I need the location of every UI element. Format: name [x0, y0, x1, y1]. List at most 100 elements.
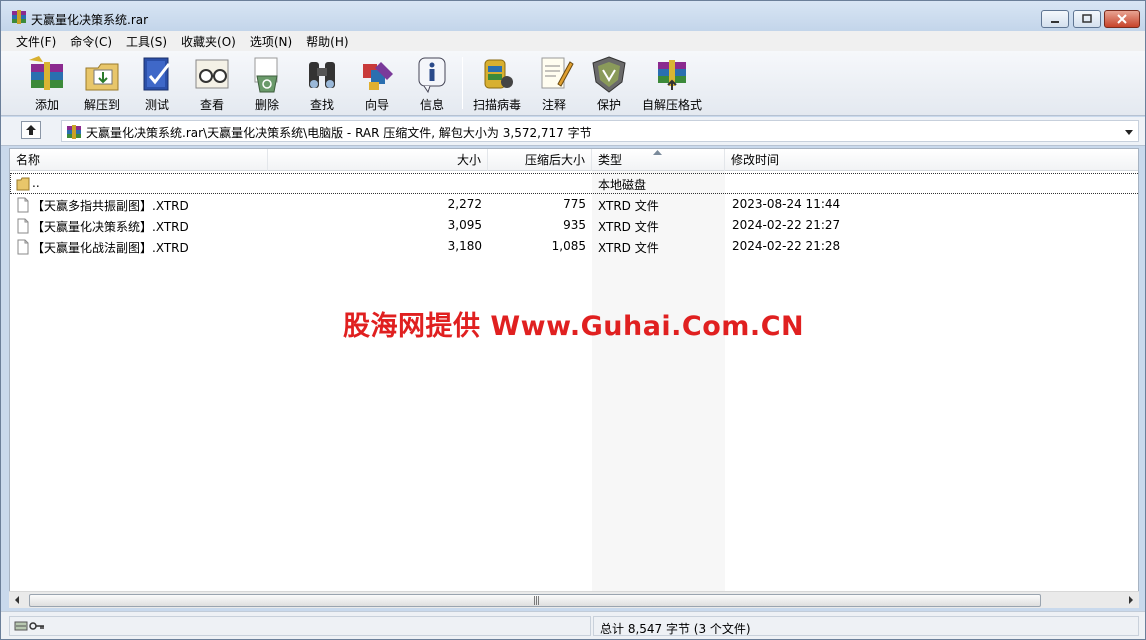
table-row[interactable]: 【天赢多指共振副图】.XTRD 2,272 775 XTRD 文件 2023-0…	[10, 194, 1138, 215]
up-arrow-icon	[26, 125, 36, 135]
find-label: 查找	[309, 98, 334, 112]
extract-to-button[interactable]: 解压到	[74, 54, 130, 112]
menu-tools[interactable]: 工具(S)	[119, 33, 174, 50]
wizard-label: 向导	[364, 98, 389, 112]
minimize-icon	[1051, 21, 1059, 23]
horizontal-scrollbar[interactable]: |||	[9, 591, 1139, 608]
info-icon	[418, 57, 446, 94]
file-icon	[17, 218, 29, 234]
sfx-button[interactable]: 自解压格式	[637, 54, 707, 112]
table-row-parent[interactable]: .. 本地磁盘	[10, 173, 1138, 194]
toolbar: 添加 解压到 测试 查看 删除 查找 向导 信息 扫描病毒 注释 保护 自解压格…	[1, 51, 1145, 116]
extract-to-label: 解压到	[83, 98, 120, 112]
scrollbar-grip-icon: |||	[533, 596, 540, 606]
title-bar[interactable]: 天赢量化决策系统.rar	[1, 1, 1145, 31]
row-size: 3,180	[447, 239, 482, 253]
menu-options[interactable]: 选项(N)	[243, 33, 299, 50]
virus-scan-button[interactable]: 扫描病毒	[469, 54, 525, 112]
row-type: XTRD 文件	[598, 199, 659, 213]
scrollbar-thumb[interactable]: |||	[29, 594, 1041, 607]
info-label: 信息	[419, 98, 444, 112]
sort-ascending-icon	[653, 150, 662, 155]
column-header-row: 名称 大小 压缩后大小 类型 修改时间	[10, 149, 1138, 171]
delete-label: 删除	[254, 98, 279, 112]
column-header-mtime[interactable]: 修改时间	[725, 149, 1138, 171]
status-bar: 总计 8,547 字节 (3 个文件)	[1, 611, 1145, 639]
up-folder-button[interactable]	[21, 121, 41, 139]
winrar-window: 天赢量化决策系统.rar 文件(F) 命令(C) 工具(S) 收藏夹(O) 选项…	[0, 0, 1146, 640]
address-path-text: 天赢量化决策系统.rar\天赢量化决策系统\电脑版 - RAR 压缩文件, 解包…	[86, 126, 592, 140]
close-icon	[1117, 14, 1127, 24]
winrar-app-icon	[12, 10, 26, 24]
test-archive-icon	[143, 57, 171, 91]
row-packed: 775	[563, 197, 586, 211]
column-header-packed[interactable]: 压缩后大小	[488, 149, 592, 171]
address-bar: 天赢量化决策系统.rar\天赢量化决策系统\电脑版 - RAR 压缩文件, 解包…	[1, 117, 1145, 146]
row-packed: 935	[563, 218, 586, 232]
view-label: 查看	[199, 98, 224, 112]
menu-bar: 文件(F) 命令(C) 工具(S) 收藏夹(O) 选项(N) 帮助(H)	[1, 31, 1145, 51]
drive-key-icon[interactable]	[14, 620, 46, 632]
find-binoculars-icon	[309, 62, 335, 88]
test-label: 测试	[144, 98, 169, 112]
sfx-archive-icon	[658, 60, 686, 90]
file-list[interactable]: 名称 大小 压缩后大小 类型 修改时间 .. 本地磁盘 【天赢多指共振副图】.X…	[9, 148, 1139, 608]
row-mtime: 2023-08-24 11:44	[732, 197, 841, 211]
column-header-size[interactable]: 大小	[268, 149, 488, 171]
row-mtime: 2024-02-22 21:27	[732, 218, 841, 232]
menu-commands[interactable]: 命令(C)	[63, 33, 119, 50]
test-button[interactable]: 测试	[129, 54, 185, 112]
close-button[interactable]	[1104, 10, 1140, 28]
wizard-icon	[363, 62, 393, 90]
delete-button[interactable]: 删除	[239, 54, 295, 112]
view-glasses-icon	[195, 59, 229, 89]
menu-favorites[interactable]: 收藏夹(O)	[174, 33, 243, 50]
virus-scan-icon	[484, 59, 513, 89]
comment-button[interactable]: 注释	[526, 54, 582, 112]
comment-label: 注释	[541, 98, 566, 112]
minimize-button[interactable]	[1041, 10, 1069, 28]
maximize-icon	[1082, 14, 1092, 23]
protect-button[interactable]: 保护	[581, 54, 637, 112]
row-name: ..	[32, 176, 40, 190]
folder-icon	[16, 177, 30, 191]
row-name: 【天赢量化战法副图】.XTRD	[32, 241, 189, 255]
file-icon	[17, 197, 29, 213]
virus-scan-label: 扫描病毒	[472, 98, 521, 112]
row-mtime: 2024-02-22 21:28	[732, 239, 841, 253]
table-row[interactable]: 【天赢量化决策系统】.XTRD 3,095 935 XTRD 文件 2024-0…	[10, 215, 1138, 236]
row-type: 本地磁盘	[598, 178, 647, 192]
info-button[interactable]: 信息	[404, 54, 460, 112]
row-type: XTRD 文件	[598, 220, 659, 234]
add-button[interactable]: 添加	[19, 54, 75, 112]
row-size: 2,272	[447, 197, 482, 211]
file-icon	[17, 239, 29, 255]
status-total-text: 总计 8,547 字节 (3 个文件)	[600, 622, 751, 636]
status-left-panel	[9, 616, 591, 636]
sfx-label: 自解压格式	[641, 98, 702, 112]
address-path-field[interactable]: 天赢量化决策系统.rar\天赢量化决策系统\电脑版 - RAR 压缩文件, 解包…	[61, 120, 1139, 142]
window-title: 天赢量化决策系统.rar	[31, 13, 149, 27]
protect-shield-icon	[592, 56, 626, 93]
row-name: 【天赢量化决策系统】.XTRD	[32, 220, 189, 234]
scroll-left-icon[interactable]	[9, 592, 26, 608]
wizard-button[interactable]: 向导	[349, 54, 405, 112]
comment-note-icon	[541, 57, 574, 89]
row-name: 【天赢多指共振副图】.XTRD	[32, 199, 189, 213]
chevron-down-icon[interactable]	[1122, 125, 1136, 139]
add-archive-icon	[29, 56, 63, 90]
scroll-right-icon[interactable]	[1122, 592, 1139, 608]
rar-archive-icon	[67, 125, 81, 139]
column-header-name[interactable]: 名称	[10, 149, 268, 171]
find-button[interactable]: 查找	[294, 54, 350, 112]
menu-help[interactable]: 帮助(H)	[299, 33, 355, 50]
menu-file[interactable]: 文件(F)	[9, 33, 63, 50]
row-type: XTRD 文件	[598, 241, 659, 255]
protect-label: 保护	[596, 98, 621, 112]
view-button[interactable]: 查看	[184, 54, 240, 112]
maximize-button[interactable]	[1073, 10, 1101, 28]
status-right-panel: 总计 8,547 字节 (3 个文件)	[593, 616, 1139, 636]
add-label: 添加	[34, 98, 59, 112]
table-row[interactable]: 【天赢量化战法副图】.XTRD 3,180 1,085 XTRD 文件 2024…	[10, 236, 1138, 257]
extract-folder-icon	[85, 63, 119, 91]
